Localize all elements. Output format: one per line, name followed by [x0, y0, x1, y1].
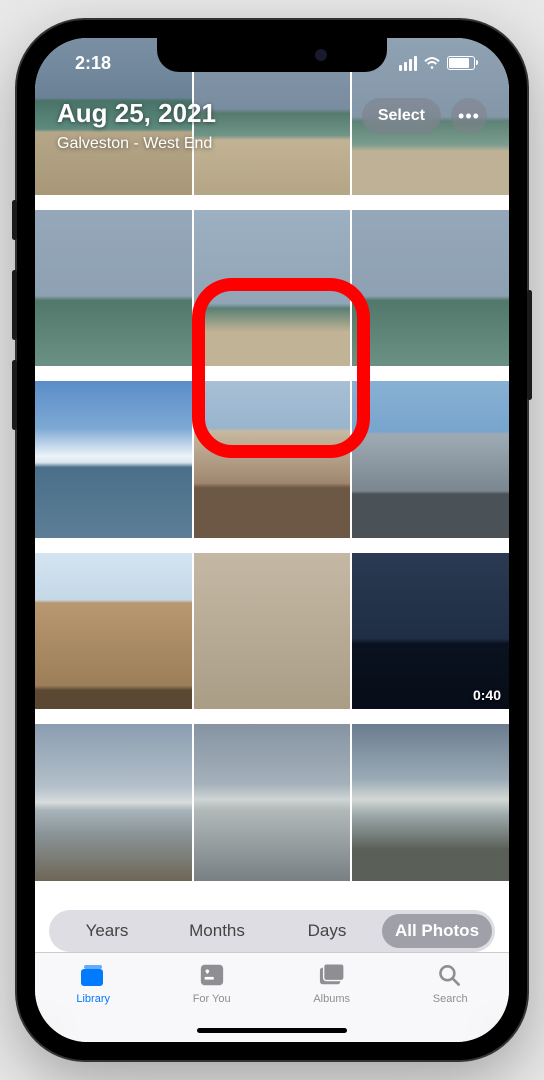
- more-button[interactable]: •••: [451, 98, 487, 134]
- photo-thumbnail[interactable]: [35, 210, 192, 367]
- tab-search[interactable]: Search: [433, 961, 468, 1042]
- cellular-signal-icon: [399, 56, 417, 71]
- header-overlay: Aug 25, 2021 Galveston - West End Select…: [35, 98, 509, 153]
- status-time: 2:18: [75, 53, 111, 74]
- mute-switch: [12, 200, 17, 240]
- tab-label: Search: [433, 993, 468, 1005]
- photo-thumbnail[interactable]: [194, 553, 351, 710]
- search-icon: [435, 961, 465, 989]
- screen: 2:18 0:40: [35, 38, 509, 1042]
- volume-down: [12, 360, 17, 430]
- ellipsis-icon: •••: [458, 106, 480, 127]
- photo-thumbnail[interactable]: [352, 724, 509, 881]
- phone-frame: 2:18 0:40: [17, 20, 527, 1060]
- header-location: Galveston - West End: [57, 135, 216, 153]
- segment-years[interactable]: Years: [52, 914, 162, 948]
- wifi-icon: [423, 56, 441, 70]
- photo-grid[interactable]: 0:40: [35, 38, 509, 894]
- photo-thumbnail[interactable]: [194, 724, 351, 881]
- photo-thumbnail[interactable]: [35, 553, 192, 710]
- foryou-icon: [197, 961, 227, 989]
- video-thumbnail[interactable]: 0:40: [352, 553, 509, 710]
- photo-thumbnail[interactable]: [35, 724, 192, 881]
- photo-thumbnail[interactable]: [35, 381, 192, 538]
- home-indicator[interactable]: [197, 1028, 347, 1033]
- time-scope-segmented-control[interactable]: Years Months Days All Photos: [49, 910, 495, 952]
- photo-thumbnail[interactable]: [352, 210, 509, 367]
- tab-library[interactable]: Library: [76, 961, 110, 1042]
- header-date: Aug 25, 2021: [57, 98, 216, 129]
- header-actions: Select •••: [362, 98, 487, 134]
- segment-all-photos[interactable]: All Photos: [382, 914, 492, 948]
- tab-label: Albums: [313, 993, 350, 1005]
- tab-label: Library: [76, 993, 110, 1005]
- photo-stack-icon: [78, 961, 108, 989]
- tab-label: For You: [193, 993, 231, 1005]
- albums-icon: [317, 961, 347, 989]
- photo-thumbnail[interactable]: [194, 210, 351, 367]
- battery-icon: [447, 56, 475, 70]
- power-button: [527, 290, 532, 400]
- volume-up: [12, 270, 17, 340]
- header-text: Aug 25, 2021 Galveston - West End: [57, 98, 216, 153]
- video-duration: 0:40: [473, 687, 501, 703]
- status-icons: [399, 56, 475, 71]
- select-button[interactable]: Select: [362, 98, 441, 134]
- photo-thumbnail[interactable]: [352, 381, 509, 538]
- segment-days[interactable]: Days: [272, 914, 382, 948]
- segment-months[interactable]: Months: [162, 914, 272, 948]
- notch: [157, 38, 387, 72]
- photo-thumbnail[interactable]: [194, 381, 351, 538]
